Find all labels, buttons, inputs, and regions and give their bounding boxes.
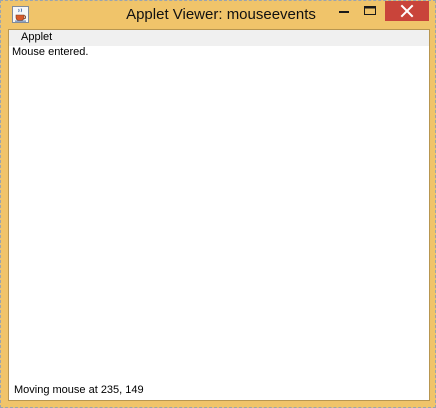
maximize-button[interactable] (357, 1, 383, 21)
close-button[interactable] (385, 1, 429, 21)
title-bar[interactable]: Applet Viewer: mouseevents (1, 1, 435, 29)
applet-canvas[interactable]: Mouse entered. Moving mouse at 235, 149 (9, 46, 429, 400)
menu-bar: Applet (9, 30, 429, 46)
applet-viewer-window: Applet Viewer: mouseevents Applet Mouse … (0, 0, 436, 408)
client-area: Applet Mouse entered. Moving mouse at 23… (8, 29, 430, 401)
close-icon (400, 4, 414, 18)
maximize-icon (364, 6, 376, 15)
mouse-position-message: Moving mouse at 235, 149 (14, 384, 144, 396)
menu-applet[interactable]: Applet (19, 31, 54, 43)
minimize-button[interactable] (331, 1, 357, 21)
minimize-icon (339, 11, 349, 13)
mouse-entered-message: Mouse entered. (12, 46, 89, 58)
